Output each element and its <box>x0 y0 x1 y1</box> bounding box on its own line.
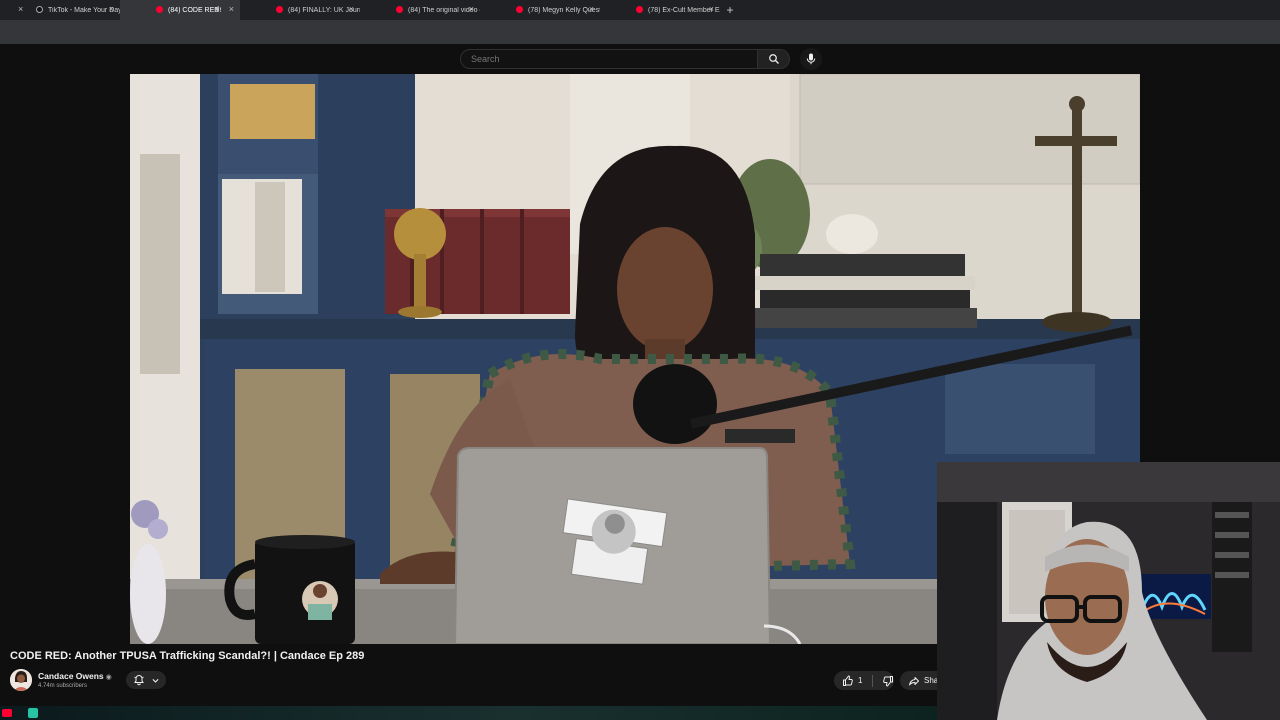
youtube-app-icon[interactable] <box>2 709 12 717</box>
close-icon[interactable]: × <box>349 4 354 14</box>
search-icon <box>768 54 779 64</box>
close-icon[interactable]: × <box>709 4 714 14</box>
close-icon[interactable]: × <box>469 4 474 14</box>
channel-name: Candace Owens <box>38 671 104 681</box>
close-icon[interactable]: × <box>229 4 234 14</box>
bell-icon <box>133 674 144 686</box>
browser-tab-active[interactable]: (84) CODE RED: Another TP × <box>120 0 240 20</box>
tiktok-favicon-icon <box>36 6 43 13</box>
thumbs-up-icon <box>843 675 853 686</box>
new-tab-button[interactable]: + <box>720 0 740 20</box>
video-title: CODE RED: Another TPUSA Trafficking Scan… <box>10 650 365 662</box>
browser-tab[interactable]: (84) The original video of Jin sh × <box>360 0 480 20</box>
close-icon[interactable]: × <box>18 4 23 14</box>
browser-tab-strip: × TikTok - Make Your Day × (84) CODE RED… <box>0 0 1280 20</box>
chevron-down-icon <box>151 678 159 683</box>
webcam-frame <box>937 462 1280 720</box>
microphone-icon <box>806 53 816 65</box>
subscriber-count: 4.74m subscribers <box>38 683 88 689</box>
speaker-icon[interactable] <box>214 5 222 15</box>
like-count: 1 <box>858 676 863 685</box>
close-icon[interactable]: × <box>109 4 114 14</box>
browser-tab[interactable]: × TikTok - Make Your Day × <box>0 0 120 20</box>
youtube-favicon-icon <box>396 6 403 13</box>
close-icon[interactable]: × <box>589 4 594 14</box>
like-button[interactable]: 1 <box>834 675 866 687</box>
browser-tab[interactable]: (78) Megyn Kelly Questions the × <box>480 0 600 20</box>
channel-avatar[interactable] <box>10 669 32 691</box>
browser-tab[interactable]: (84) FINALLY: UK Journalist CO × <box>240 0 360 20</box>
browser-toolbar <box>0 20 1280 45</box>
voice-search-button[interactable] <box>800 48 822 70</box>
channel-name-link[interactable]: Candace Owens ◉ <box>38 671 112 681</box>
app-icon[interactable] <box>28 708 38 718</box>
share-icon <box>909 676 919 685</box>
notifications-button[interactable] <box>126 671 166 689</box>
youtube-header <box>0 44 1280 74</box>
verified-badge-icon: ◉ <box>105 674 112 681</box>
like-dislike-group: 1 <box>834 671 894 690</box>
search-button[interactable] <box>758 49 790 69</box>
thumbs-down-icon <box>883 675 893 686</box>
dislike-button[interactable] <box>873 675 894 687</box>
youtube-favicon-icon <box>276 6 283 13</box>
search-input[interactable] <box>460 49 758 69</box>
youtube-favicon-icon <box>636 6 643 13</box>
browser-tab[interactable]: (78) Ex-Cult Member Explains H × <box>600 0 720 20</box>
webcam-overlay <box>937 462 1280 720</box>
youtube-favicon-icon <box>156 6 163 13</box>
youtube-favicon-icon <box>516 6 523 13</box>
